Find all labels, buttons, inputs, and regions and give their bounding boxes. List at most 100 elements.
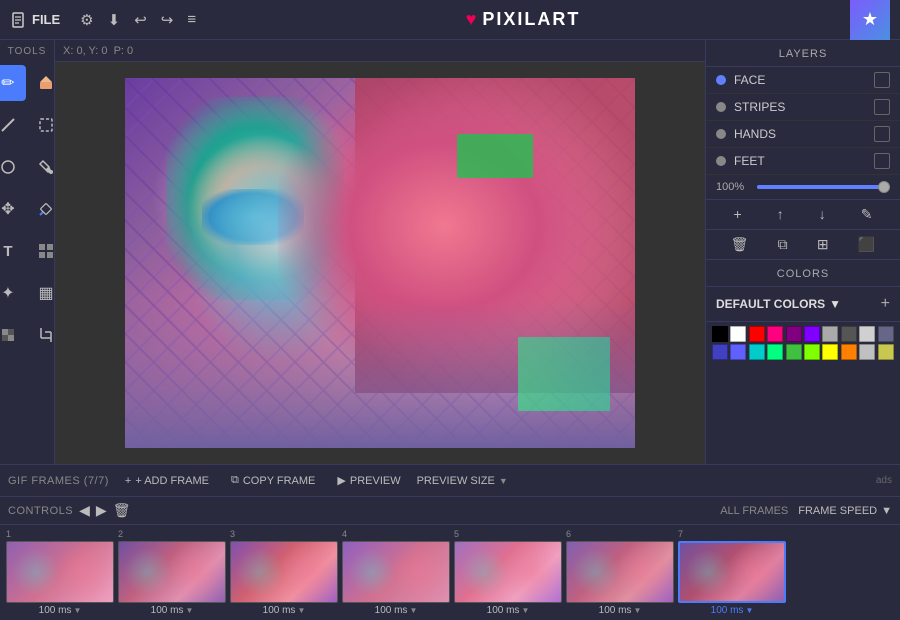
color-swatch[interactable] [730,344,746,360]
hamburger-icon[interactable]: ≡ [187,11,196,28]
color-swatch[interactable] [730,326,746,342]
app-title: PIXILART [482,9,580,30]
ctrl-prev-btn[interactable]: ◀ [79,502,90,519]
app-logo: ♥ PIXILART [210,9,836,30]
frame-item[interactable]: 1 100 ms ▼ [6,529,114,616]
layer-down-btn[interactable]: ↓ [819,206,826,223]
download-icon[interactable]: ⬇ [108,11,121,29]
layers-list: FACE STRIPES HANDS FEET [706,67,900,175]
layer-item-hands[interactable]: HANDS [706,121,900,148]
color-swatch[interactable] [878,326,894,342]
tool-ellipse[interactable] [0,149,26,185]
colors-section-title: COLORS [706,260,900,287]
layer-merge-btn[interactable]: ⊞ [817,236,829,253]
frame-time-arrow[interactable]: ▼ [745,606,753,615]
tool-wand[interactable]: ✦ [0,275,26,311]
frame-item[interactable]: 5 100 ms ▼ [454,529,562,616]
color-swatch[interactable] [767,326,783,342]
tool-stamp[interactable] [0,317,26,353]
color-swatch[interactable] [786,344,802,360]
canvas-image[interactable] [125,78,635,448]
layers-title: LAYERS [706,40,900,67]
tool-pencil[interactable]: ✏ [0,65,26,101]
color-swatch[interactable] [712,344,728,360]
color-swatch[interactable] [804,344,820,360]
settings-icon[interactable]: ⚙ [80,11,93,29]
color-swatch[interactable] [859,344,875,360]
frame-thumb[interactable] [566,541,674,603]
file-menu[interactable]: FILE [10,11,60,29]
colors-add-btn[interactable]: + [881,295,890,313]
layer-name: FACE [734,73,866,87]
layer-vis-toggle[interactable] [874,126,890,142]
frame-item-selected[interactable]: 7 100 ms ▼ [678,529,786,616]
layer-vis-toggle[interactable] [874,72,890,88]
file-icon [10,11,28,29]
frame-item[interactable]: 2 100 ms ▼ [118,529,226,616]
layer-edit-btn[interactable]: ✎ [861,206,873,223]
frame-time-row: 100 ms ▼ [39,605,82,616]
frame-thumb[interactable] [6,541,114,603]
colors-dropdown-icon[interactable]: ▼ [829,297,841,311]
color-swatch[interactable] [822,344,838,360]
color-swatch[interactable] [841,344,857,360]
color-swatch[interactable] [749,344,765,360]
ctrl-delete-btn[interactable]: 🗑 [113,502,131,519]
opacity-row: 100% [706,175,900,200]
frame-number: 7 [678,529,683,539]
preview-size-arrow: ▼ [499,476,508,486]
layer-item-face[interactable]: FACE [706,67,900,94]
layer-item-feet[interactable]: FEET [706,148,900,175]
undo-icon[interactable]: ↩ [134,11,147,29]
layer-add-btn[interactable]: + [734,206,742,223]
color-swatch[interactable] [804,326,820,342]
preview-btn[interactable]: ▶ PREVIEW [331,472,406,489]
frame-time-arrow[interactable]: ▼ [297,606,305,615]
frame-thumb[interactable] [342,541,450,603]
color-swatch[interactable] [841,326,857,342]
frame-time-arrow[interactable]: ▼ [633,606,641,615]
copy-frame-btn[interactable]: ⧉ COPY FRAME [225,472,321,489]
frame-speed-btn[interactable]: FRAME SPEED ▼ [798,505,892,517]
layer-copy-btn[interactable]: ⧉ [778,236,788,253]
tool-move[interactable]: ✥ [0,191,26,227]
frame-time-row: 100 ms ▼ [599,605,642,616]
frame-time-arrow[interactable]: ▼ [185,606,193,615]
opacity-slider[interactable] [757,185,890,189]
heart-icon: ♥ [466,9,477,30]
redo-icon[interactable]: ↪ [161,11,174,29]
frame-thumb[interactable] [230,541,338,603]
frame-thumb[interactable] [454,541,562,603]
frame-time-arrow[interactable]: ▼ [73,606,81,615]
controls-bar: CONTROLS ◀ ▶ 🗑 ALL FRAMES FRAME SPEED ▼ [0,497,900,525]
preview-size-btn[interactable]: PREVIEW SIZE ▼ [417,475,508,487]
tool-line[interactable] [0,107,26,143]
line-icon [0,116,17,134]
layer-more-btn[interactable]: ⬛ [858,236,875,253]
layer-up-btn[interactable]: ↑ [777,206,784,223]
color-swatch[interactable] [859,326,875,342]
color-swatch[interactable] [822,326,838,342]
frame-item[interactable]: 4 100 ms ▼ [342,529,450,616]
color-swatch[interactable] [878,344,894,360]
frame-thumb-selected[interactable] [678,541,786,603]
frame-thumb[interactable] [118,541,226,603]
layer-delete-btn[interactable]: 🗑 [731,236,749,253]
canvas-viewport[interactable] [55,62,705,464]
frame-time-arrow[interactable]: ▼ [521,606,529,615]
add-frame-btn[interactable]: + + ADD FRAME [119,473,215,489]
tool-text[interactable]: T [0,233,26,269]
layer-item-stripes[interactable]: STRIPES [706,94,900,121]
ctrl-next-btn[interactable]: ▶ [96,502,107,519]
color-swatch[interactable] [712,326,728,342]
color-swatch[interactable] [749,326,765,342]
layer-vis-toggle[interactable] [874,99,890,115]
frame-item[interactable]: 3 100 ms ▼ [230,529,338,616]
frame-time-arrow[interactable]: ▼ [409,606,417,615]
color-swatch[interactable] [767,344,783,360]
frame-item[interactable]: 6 100 ms ▼ [566,529,674,616]
frames-right: ALL FRAMES FRAME SPEED ▼ [720,505,892,517]
premium-button[interactable]: ★ [850,0,890,40]
layer-vis-toggle[interactable] [874,153,890,169]
color-swatch[interactable] [786,326,802,342]
